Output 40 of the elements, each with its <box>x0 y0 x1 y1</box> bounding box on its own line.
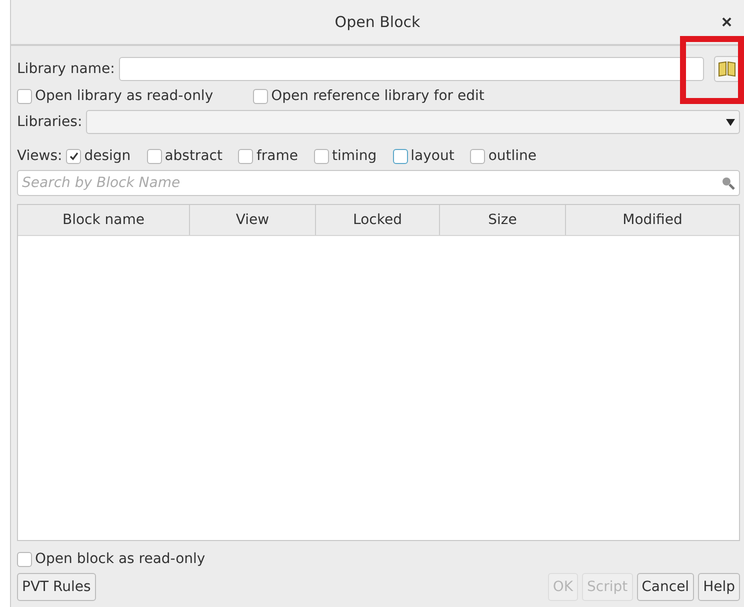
checkbox-label: abstract <box>164 148 222 164</box>
checkbox[interactable] <box>392 148 408 164</box>
dialog-button[interactable]: Cancel <box>636 573 694 601</box>
column-header[interactable]: Size <box>440 205 566 235</box>
window-title: Open Block <box>334 13 420 31</box>
column-header[interactable]: Locked <box>316 205 440 235</box>
dialog-button[interactable]: Help <box>698 573 740 601</box>
highlight-frame <box>680 36 744 104</box>
checkbox[interactable] <box>314 148 329 164</box>
checkbox-label: Open library as read-only <box>35 88 214 104</box>
checkbox[interactable] <box>238 148 254 164</box>
checkbox-label: frame <box>256 148 298 164</box>
search-icon <box>721 176 735 190</box>
search-field[interactable]: Search by Block Name <box>17 170 740 196</box>
checkbox-label: outline <box>488 148 537 164</box>
checkbox-label: Open reference library for edit <box>271 88 484 104</box>
field-label: Library name: <box>17 61 115 77</box>
checkmark-icon <box>68 151 79 161</box>
checkbox[interactable] <box>17 88 32 104</box>
column-header[interactable]: Block name <box>18 205 190 235</box>
checkbox-label: Open block as read-only <box>35 551 206 567</box>
checkbox-label: timing <box>332 148 377 164</box>
books-icon <box>718 61 736 77</box>
checkbox[interactable] <box>146 148 162 164</box>
checkbox[interactable] <box>253 88 268 104</box>
checkbox-label: design <box>84 148 131 164</box>
dropdown-arrow-icon <box>726 118 735 126</box>
column-header[interactable]: Modified <box>566 205 739 235</box>
checkbox[interactable] <box>66 148 82 164</box>
library-name-field[interactable] <box>118 57 704 81</box>
checkbox-label: layout <box>410 148 454 164</box>
checkbox[interactable] <box>17 552 32 566</box>
pvt-rules-button[interactable]: PVT Rules <box>17 573 96 601</box>
browse-button[interactable] <box>714 56 740 82</box>
libraries-dropdown[interactable] <box>86 110 740 134</box>
close-button[interactable]: × <box>717 12 736 33</box>
views-label: Views: <box>17 148 62 164</box>
column-header[interactable]: View <box>190 205 316 235</box>
checkbox[interactable] <box>470 148 486 164</box>
field-label: Libraries: <box>17 114 82 130</box>
